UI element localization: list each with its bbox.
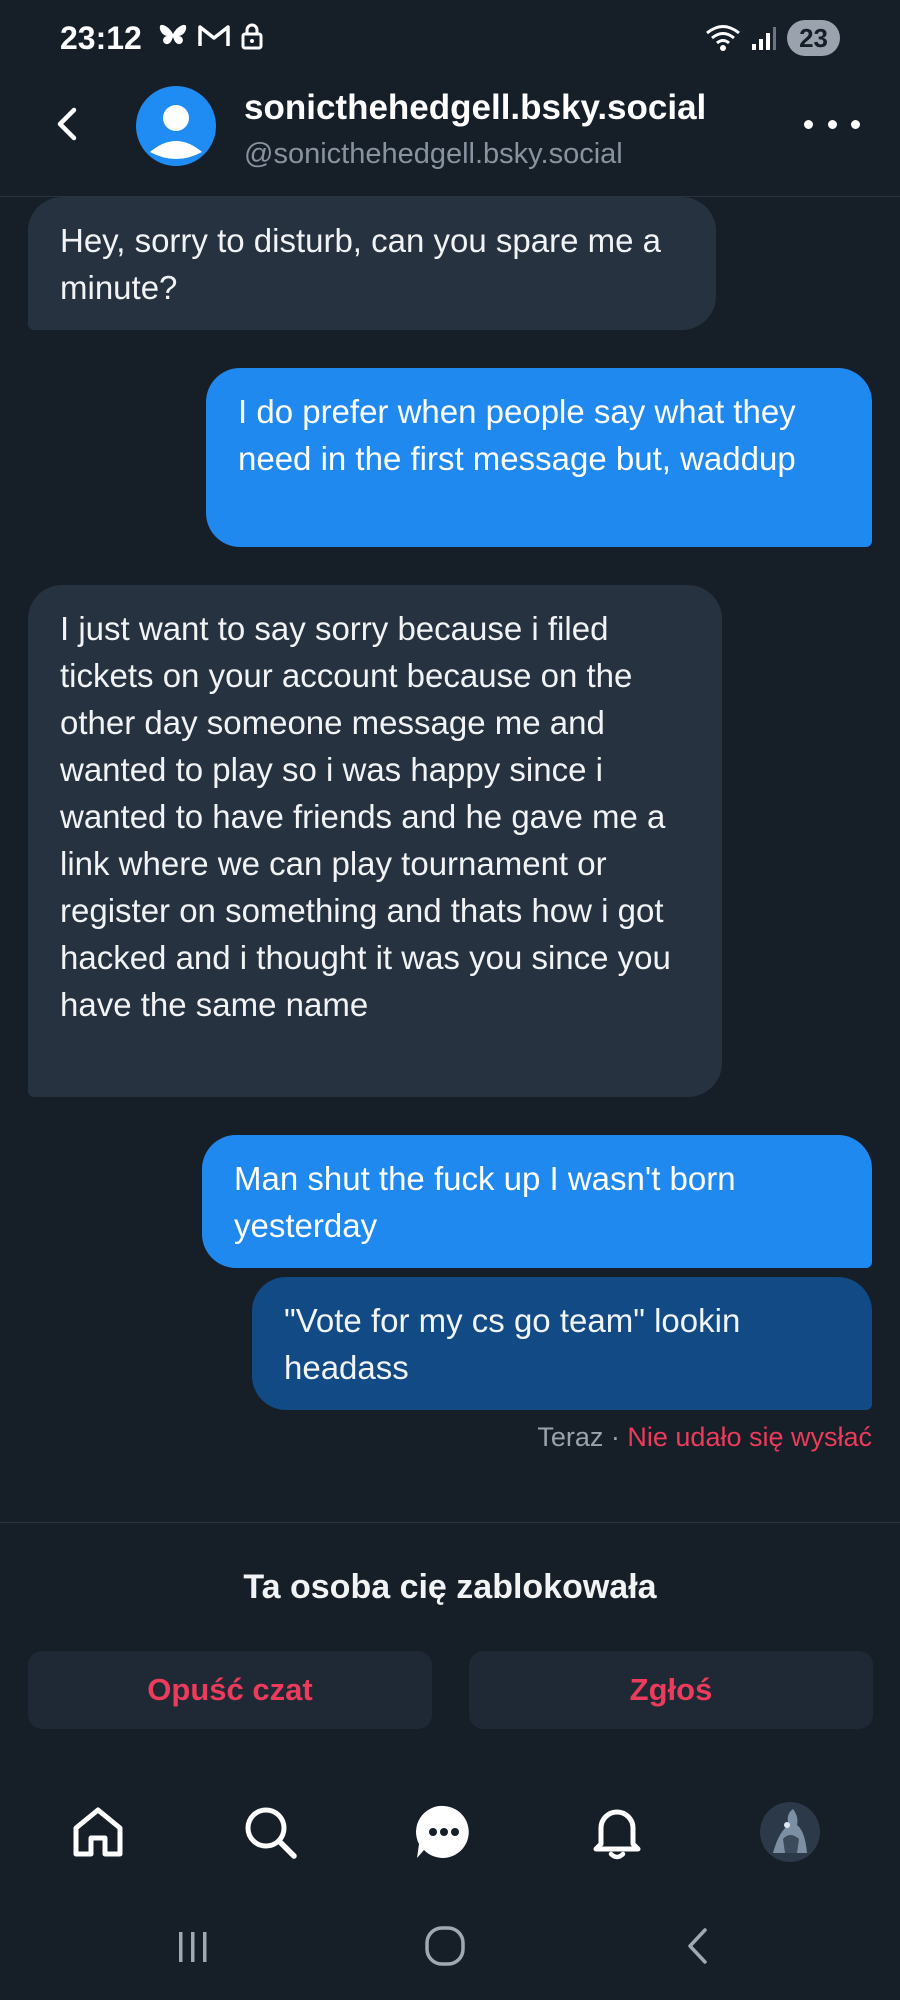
more-options-button[interactable] xyxy=(804,104,860,144)
chat-icon xyxy=(416,1805,469,1858)
status-time: 23:12 xyxy=(60,20,142,56)
back-button[interactable] xyxy=(48,104,88,144)
profile-avatar xyxy=(760,1802,820,1862)
signal-icon xyxy=(752,27,777,50)
status-icons-left xyxy=(158,22,264,50)
message-bubble-outgoing[interactable]: Man shut the fuck up I wasn't born yeste… xyxy=(202,1135,872,1268)
report-button[interactable]: Zgłoś xyxy=(469,1651,873,1729)
message-bubble-outgoing[interactable]: I do prefer when people say what they ne… xyxy=(206,368,872,547)
divider xyxy=(0,1522,900,1523)
contact-avatar[interactable] xyxy=(136,86,216,166)
message-bubble-failed[interactable]: "Vote for my cs go team" lookin headass xyxy=(252,1277,872,1410)
chevron-left-icon xyxy=(57,107,77,141)
tab-chat[interactable] xyxy=(412,1800,476,1864)
message-bubble-incoming[interactable]: Hey, sorry to disturb, can you spare me … xyxy=(28,197,716,330)
status-bar: 23:12 23 xyxy=(0,0,900,78)
search-icon xyxy=(245,1807,297,1859)
leave-chat-button[interactable]: Opuść czat xyxy=(28,1651,432,1729)
dot-icon xyxy=(827,119,837,129)
dot-icon xyxy=(851,119,860,129)
tab-notifications[interactable] xyxy=(585,1800,649,1864)
message-timestamp: Teraz xyxy=(537,1422,604,1452)
status-icons-right: 23 xyxy=(705,20,840,56)
conversation-header: sonicthehedgell.bsky.social @sonicthehed… xyxy=(0,78,900,197)
battery-indicator: 23 xyxy=(787,20,840,56)
message-bubble-incoming[interactable]: I just want to say sorry because i filed… xyxy=(28,585,722,1097)
home-button[interactable] xyxy=(415,1916,475,1976)
default-avatar-icon xyxy=(150,105,202,159)
gmail-icon xyxy=(198,25,230,46)
tab-profile[interactable] xyxy=(758,1800,822,1864)
send-failed-label[interactable]: Nie udało się wysłać xyxy=(627,1422,872,1452)
home-icon xyxy=(73,1807,123,1857)
lock-icon xyxy=(241,23,263,50)
meta-separator: · xyxy=(603,1422,628,1452)
back-arrow-icon xyxy=(688,1928,707,1964)
home-circle-icon xyxy=(425,1926,465,1966)
recent-apps-button[interactable] xyxy=(163,1916,223,1976)
contact-display-name: sonicthehedgell.bsky.social xyxy=(244,88,707,127)
bell-icon xyxy=(593,1809,641,1860)
tab-search[interactable] xyxy=(238,1800,302,1864)
message-status: Teraz · Nie udało się wysłać xyxy=(537,1422,872,1453)
dot-icon xyxy=(804,119,813,129)
system-nav-bar xyxy=(0,1906,900,1986)
contact-handle: @sonicthehedgell.bsky.social xyxy=(244,138,623,170)
butterfly-icon xyxy=(159,24,187,45)
bottom-tab-bar xyxy=(0,1800,900,1880)
tab-home[interactable] xyxy=(66,1800,130,1864)
recent-apps-icon xyxy=(179,1932,207,1962)
blocked-notice: Ta osoba cię zablokowała xyxy=(243,1568,657,1606)
wifi-icon xyxy=(706,25,741,51)
system-back-button[interactable] xyxy=(668,1916,728,1976)
